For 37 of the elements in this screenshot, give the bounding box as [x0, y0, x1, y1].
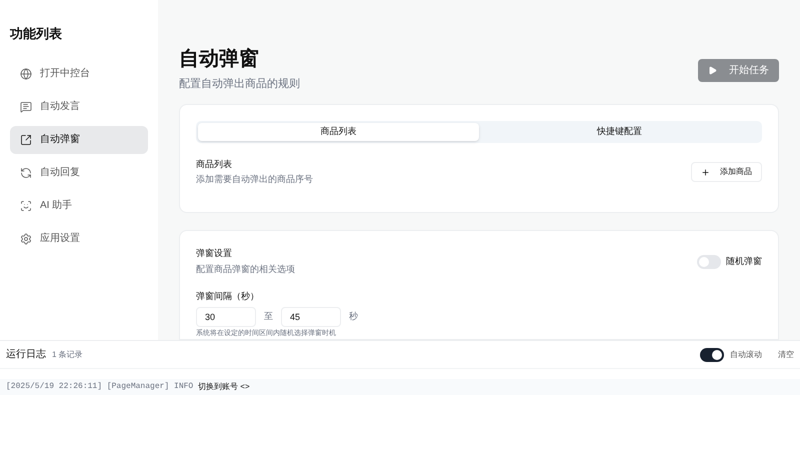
sidebar-item[interactable]: 打开中控台 [10, 60, 148, 88]
play-icon [708, 66, 717, 75]
sidebar-item[interactable]: 应用设置 [10, 224, 148, 252]
section-description: 配置商品弹窗的相关选项 [196, 262, 295, 276]
tab[interactable]: 商品列表 [198, 122, 479, 140]
page-title: 自动弹窗 [179, 46, 260, 72]
field-label: 弹窗间隔（秒） [196, 290, 260, 303]
toggle-label: 随机弹窗 [726, 254, 762, 268]
section-description: 添加需要自动弹出的商品序号 [196, 173, 313, 186]
globe-icon [20, 68, 32, 80]
input-field[interactable]: 45 [281, 306, 341, 326]
popup-icon [20, 134, 32, 146]
plus-icon [701, 168, 710, 176]
sidebar-item[interactable]: AI 助手 [10, 192, 148, 220]
sidebar-item[interactable]: 自动弹窗 [10, 126, 148, 154]
add-product-button[interactable]: 添加商品 [691, 162, 762, 182]
section-title: 商品列表 [196, 158, 233, 170]
refresh-icon [20, 166, 32, 178]
section-title: 弹窗设置 [196, 247, 233, 260]
log-entry: [2025/5/19 22:26:11] [PageManager] INFO 切换到账号 <> [0, 379, 800, 395]
unit-label: 秒 [349, 310, 358, 323]
sidebar-title: 功能列表 [8, 25, 63, 43]
toggle-switch[interactable] [700, 348, 724, 362]
toggle-switch[interactable] [697, 254, 721, 268]
log-title: 运行日志 [6, 348, 46, 362]
range-separator: 至 [264, 310, 273, 323]
input-field[interactable]: 30 [196, 306, 256, 326]
scan-icon [20, 200, 32, 212]
settings-icon [20, 232, 32, 244]
message-icon [20, 100, 32, 112]
page-subtitle: 配置自动弹出商品的规则 [179, 76, 300, 92]
log-count: 1 条记录 [52, 349, 83, 361]
sidebar-item[interactable]: 自动回复 [10, 158, 148, 186]
sidebar-item[interactable]: 自动发言 [10, 92, 148, 120]
toggle-label: 自动滚动 [730, 348, 762, 360]
clear-button[interactable]: 清空 [778, 348, 794, 360]
tab[interactable]: 快捷键配置 [479, 122, 760, 140]
